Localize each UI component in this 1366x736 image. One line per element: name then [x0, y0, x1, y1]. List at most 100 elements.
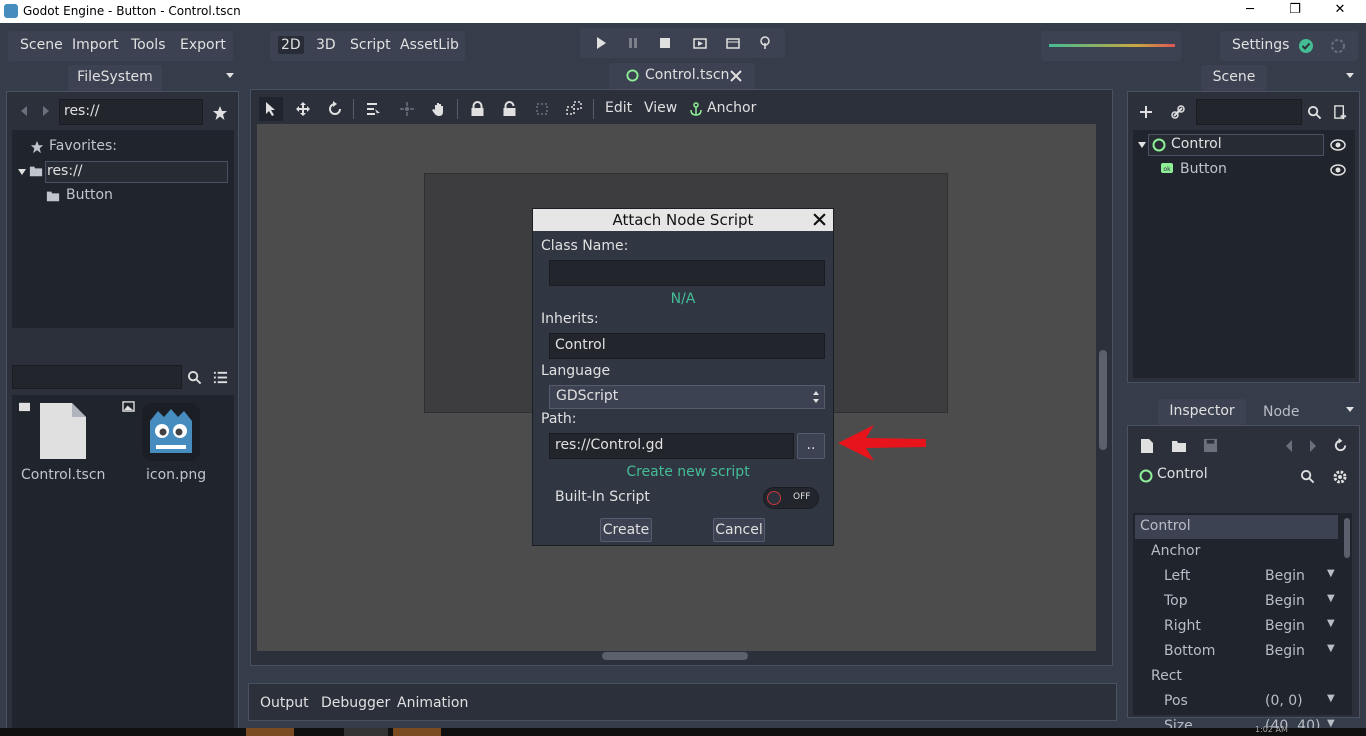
tree-item-button[interactable]: Button [66, 187, 113, 203]
remote-debug-icon[interactable] [757, 35, 773, 51]
settings-menu[interactable]: Settings [1232, 37, 1289, 53]
browse-path-button[interactable]: .. [797, 433, 825, 459]
vertical-scrollbar[interactable] [1099, 124, 1107, 651]
inspected-object[interactable]: Control [1157, 466, 1208, 482]
group-anchor[interactable]: Anchor [1151, 543, 1200, 559]
gear-icon[interactable] [1332, 469, 1348, 485]
file-item[interactable]: Control.tscn [14, 399, 114, 489]
close-dialog-icon[interactable] [813, 213, 826, 226]
dropdown-arrow-icon[interactable]: ▼ [1327, 643, 1335, 654]
dropdown-arrow-icon[interactable]: ▼ [1327, 693, 1335, 704]
visibility-eye-icon[interactable] [1330, 138, 1346, 152]
play-scene-icon[interactable] [692, 35, 708, 51]
ungroup-icon[interactable] [566, 101, 582, 117]
list-view-icon[interactable] [213, 370, 228, 385]
select-tool[interactable] [259, 97, 283, 121]
menu-import[interactable]: Import [72, 37, 118, 53]
taskbar-app[interactable] [344, 728, 388, 736]
path-input[interactable]: res://Control.gd [549, 433, 794, 459]
cancel-button[interactable]: Cancel [713, 518, 765, 542]
search-icon[interactable] [187, 370, 202, 385]
tab-scene[interactable]: Scene [1201, 65, 1267, 91]
node-name[interactable]: Button [1180, 161, 1227, 177]
close-tab-icon[interactable] [730, 70, 742, 82]
horizontal-scrollbar[interactable] [257, 652, 1096, 660]
dropdown-arrow-icon[interactable]: ▼ [1327, 568, 1335, 579]
play-icon[interactable] [593, 35, 609, 51]
instance-scene-icon[interactable] [1171, 105, 1185, 119]
group-icon[interactable] [534, 101, 550, 117]
history-forward-icon[interactable] [1307, 439, 1319, 453]
dialog-titlebar[interactable]: Attach Node Script [533, 209, 833, 231]
new-resource-icon[interactable] [1140, 438, 1154, 454]
create-button[interactable]: Create [600, 518, 652, 542]
file-search-input[interactable] [12, 365, 182, 389]
close-window-button[interactable]: ✕ [1320, 2, 1360, 20]
class-name-input[interactable] [549, 260, 825, 286]
search-icon[interactable] [1300, 469, 1315, 484]
anchor-menu[interactable]: Anchor [707, 100, 756, 116]
forward-arrow-icon[interactable] [39, 104, 53, 118]
list-select-icon[interactable] [365, 101, 381, 117]
attach-script-icon[interactable] [1333, 105, 1348, 120]
property-value[interactable]: Begin [1265, 643, 1305, 659]
property-value[interactable]: (0, 0) [1265, 693, 1303, 709]
file-item[interactable]: icon.png [120, 399, 220, 489]
language-select[interactable]: GDScript [549, 385, 825, 409]
menu-scene[interactable]: Scene [20, 37, 63, 53]
dropdown-arrow-icon[interactable]: ▼ [1327, 593, 1335, 604]
pan-tool-icon[interactable] [431, 101, 447, 117]
node-filter-input[interactable] [1196, 99, 1302, 125]
search-icon[interactable] [1307, 105, 1322, 120]
history-back-icon[interactable] [1283, 439, 1295, 453]
tree-node-control[interactable]: Control [1148, 134, 1324, 156]
dock-menu-icon[interactable] [1344, 403, 1356, 415]
taskbar-app[interactable] [246, 728, 294, 736]
maximize-button[interactable]: ❐ [1275, 2, 1315, 20]
save-icon[interactable] [1203, 438, 1218, 453]
tab-debugger[interactable]: Debugger [321, 695, 390, 711]
tab-node[interactable]: Node [1263, 404, 1300, 420]
tree-item-res[interactable]: res:// [45, 161, 228, 183]
lock-icon[interactable] [470, 101, 485, 117]
pivot-tool-icon[interactable] [399, 101, 415, 117]
rotate-tool-icon[interactable] [327, 101, 343, 117]
unlock-icon[interactable] [502, 101, 517, 117]
stop-icon[interactable] [657, 35, 673, 51]
menu-tools[interactable]: Tools [131, 37, 166, 53]
scrollbar-thumb[interactable] [1099, 350, 1107, 450]
open-folder-icon[interactable] [1171, 439, 1187, 453]
scrollbar-thumb[interactable] [602, 652, 748, 660]
inherits-input[interactable]: Control [549, 333, 825, 359]
view-menu[interactable]: View [644, 100, 677, 116]
scrollbar-thumb[interactable] [1344, 518, 1350, 558]
tab-inspector[interactable]: Inspector [1158, 399, 1246, 425]
add-node-icon[interactable] [1139, 105, 1153, 119]
dock-menu-icon[interactable] [1344, 69, 1356, 81]
property-value[interactable]: Begin [1265, 568, 1305, 584]
pause-icon[interactable] [625, 35, 641, 51]
tab-filesystem[interactable]: FileSystem [68, 65, 162, 91]
expand-arrow-icon[interactable] [1137, 140, 1147, 150]
mode-2d[interactable]: 2D [278, 36, 304, 54]
tab-output[interactable]: Output [260, 695, 309, 711]
path-field[interactable]: res:// [59, 99, 203, 125]
mode-3d[interactable]: 3D [316, 37, 336, 53]
tab-animation[interactable]: Animation [397, 695, 468, 711]
dropdown-arrow-icon[interactable]: ▼ [1327, 618, 1335, 629]
section-header[interactable]: Control [1135, 515, 1338, 539]
visibility-eye-icon[interactable] [1330, 163, 1346, 177]
favorite-star-icon[interactable] [212, 105, 228, 121]
taskbar-app[interactable] [393, 728, 441, 736]
play-custom-scene-icon[interactable] [725, 35, 741, 51]
edit-menu[interactable]: Edit [605, 100, 632, 116]
mode-assetlib[interactable]: AssetLib [400, 37, 459, 53]
dock-menu-icon[interactable] [224, 69, 236, 81]
history-icon[interactable] [1333, 438, 1348, 453]
property-value[interactable]: Begin [1265, 618, 1305, 634]
property-value[interactable]: Begin [1265, 593, 1305, 609]
mode-script[interactable]: Script [350, 37, 391, 53]
menu-export[interactable]: Export [180, 37, 226, 53]
minimize-button[interactable]: ─ [1230, 2, 1270, 20]
back-arrow-icon[interactable] [17, 104, 31, 118]
